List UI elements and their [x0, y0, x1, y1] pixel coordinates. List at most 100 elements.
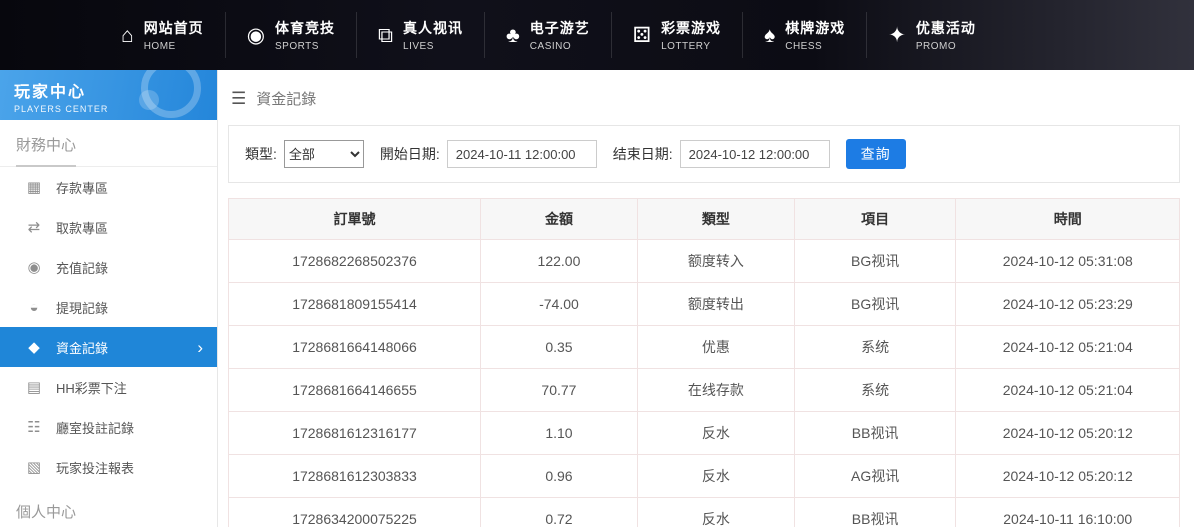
- cell-project: BG视讯: [794, 240, 956, 283]
- cell-time: 2024-10-12 05:21:04: [956, 369, 1180, 412]
- sports-icon: ◉: [247, 25, 265, 46]
- type-select[interactable]: 全部: [284, 140, 364, 168]
- nav-label: 网站首页: [144, 18, 204, 38]
- cell-project: BB视讯: [794, 412, 956, 455]
- nav-label: 优惠活动: [916, 18, 976, 38]
- cell-type: 在线存款: [637, 369, 794, 412]
- start-date-input[interactable]: [447, 140, 597, 168]
- cell-order-no: 1728681612303833: [229, 455, 481, 498]
- lottery-icon: ⚄: [633, 25, 651, 46]
- nav-label: 棋牌游戏: [785, 18, 845, 38]
- cell-amount: 122.00: [481, 240, 638, 283]
- cell-order-no: 1728682268502376: [229, 240, 481, 283]
- nav-label: 体育竞技: [275, 18, 335, 38]
- cell-amount: 0.72: [481, 498, 638, 527]
- cell-project: 系统: [794, 326, 956, 369]
- cell-project: BG视讯: [794, 283, 956, 326]
- table-row: 1728681612316177 1.10 反水 BB视讯 2024-10-12…: [229, 412, 1180, 455]
- cell-amount: 70.77: [481, 369, 638, 412]
- sidebar-item-deposit[interactable]: ▦ 存款專區: [0, 167, 217, 207]
- sidebar-item-withdrawal-record[interactable]: ◒ 提現記錄: [0, 287, 217, 327]
- table-row: 1728681664146655 70.77 在线存款 系统 2024-10-1…: [229, 369, 1180, 412]
- cell-time: 2024-10-11 16:10:00: [956, 498, 1180, 527]
- lottery-bets-icon: ▤: [24, 380, 44, 395]
- sidebar-item-label: 玩家投注報表: [56, 458, 134, 477]
- sidebar-item-label: HH彩票下注: [56, 378, 127, 397]
- cell-amount: 0.96: [481, 455, 638, 498]
- col-order-no: 訂單號: [229, 199, 481, 240]
- main-content: ☰ 資金記錄 類型: 全部 開始日期: 结束日期: 查詢 訂單號 金額 類型: [218, 70, 1194, 527]
- nav-item-chess[interactable]: ♠ 棋牌游戏CHESS: [742, 12, 866, 58]
- cell-time: 2024-10-12 05:20:12: [956, 412, 1180, 455]
- sidebar-item-label: 取款專區: [56, 218, 108, 237]
- sidebar-item-label: 存款專區: [56, 178, 108, 197]
- nav-item-lives[interactable]: ⧉ 真人视讯 LIVES: [356, 12, 484, 58]
- nav-sublabel: SPORTS: [275, 41, 335, 52]
- funds-icon: ◆: [24, 340, 44, 355]
- cell-type: 额度转出: [637, 283, 794, 326]
- section-personal-center: 個人中心: [0, 487, 217, 527]
- cell-amount: -74.00: [481, 283, 638, 326]
- nav-item-home[interactable]: ⌂ 网站首页HOME: [100, 12, 225, 58]
- sidebar-item-label: 充值記錄: [56, 258, 108, 277]
- report-icon: ▧: [24, 460, 44, 475]
- table-header-row: 訂單號 金額 類型 項目 時間: [229, 199, 1180, 240]
- hall-bet-icon: ☷: [24, 420, 44, 435]
- casino-icon: ♣: [506, 25, 520, 46]
- cell-time: 2024-10-12 05:31:08: [956, 240, 1180, 283]
- withdrawal-record-icon: ◒: [24, 300, 44, 315]
- funds-record-table: 訂單號 金額 類型 項目 時間 1728682268502376 122.00 …: [228, 198, 1180, 527]
- nav-item-lottery[interactable]: ⚄ 彩票游戏LOTTERY: [611, 12, 742, 58]
- cell-amount: 1.10: [481, 412, 638, 455]
- table-row: 1728681809155414 -74.00 额度转出 BG视讯 2024-1…: [229, 283, 1180, 326]
- nav-sublabel: PROMO: [916, 41, 976, 52]
- sidebar-item-hall-bet-record[interactable]: ☷ 廳室投註記錄: [0, 407, 217, 447]
- nav-item-sports[interactable]: ◉ 体育竞技 SPORTS: [225, 12, 356, 58]
- cell-project: AG视讯: [794, 455, 956, 498]
- table-row: 1728681612303833 0.96 反水 AG视讯 2024-10-12…: [229, 455, 1180, 498]
- col-amount: 金額: [481, 199, 638, 240]
- section-finance-center: 財務中心: [0, 120, 217, 167]
- sidebar-item-recharge-record[interactable]: ◉ 充值記錄: [0, 247, 217, 287]
- recharge-icon: ◉: [24, 260, 44, 275]
- nav-label: 电子游艺: [530, 18, 590, 38]
- sidebar-item-label: 提現記錄: [56, 298, 108, 317]
- cell-type: 优惠: [637, 326, 794, 369]
- filter-bar: 類型: 全部 開始日期: 结束日期: 查詢: [228, 125, 1180, 183]
- cell-type: 额度转入: [637, 240, 794, 283]
- nav-sublabel: LIVES: [403, 41, 463, 52]
- page-title: 資金記錄: [256, 88, 316, 109]
- cell-time: 2024-10-12 05:20:12: [956, 455, 1180, 498]
- col-type: 類型: [637, 199, 794, 240]
- deposit-icon: ▦: [24, 180, 44, 195]
- nav-label: 真人视讯: [403, 18, 463, 38]
- nav-item-promo[interactable]: ✦ 优惠活动 PROMO: [866, 12, 997, 58]
- gift-icon: ✦: [888, 25, 906, 46]
- home-icon: ⌂: [121, 25, 134, 46]
- cell-project: BB视讯: [794, 498, 956, 527]
- sidebar-item-hh-lottery-bets[interactable]: ▤ HH彩票下注: [0, 367, 217, 407]
- sidebar-title: 玩家中心: [14, 78, 203, 102]
- cell-time: 2024-10-12 05:21:04: [956, 326, 1180, 369]
- sidebar-item-player-bet-report[interactable]: ▧ 玩家投注報表: [0, 447, 217, 487]
- sidebar-subtitle: PLAYERS CENTER: [14, 104, 203, 114]
- live-cards-icon: ⧉: [378, 25, 393, 46]
- col-project: 項目: [794, 199, 956, 240]
- query-button[interactable]: 查詢: [846, 139, 906, 169]
- col-time: 時間: [956, 199, 1180, 240]
- nav-sublabel: CASINO: [530, 41, 590, 52]
- cell-time: 2024-10-12 05:23:29: [956, 283, 1180, 326]
- sidebar-item-funds-record[interactable]: ◆ 資金記錄 ›: [0, 327, 217, 367]
- sidebar-item-label: 廳室投註記錄: [56, 418, 134, 437]
- type-label: 類型:: [245, 144, 277, 164]
- cell-order-no: 1728634200075225: [229, 498, 481, 527]
- nav-item-casino[interactable]: ♣ 电子游艺 CASINO: [484, 12, 611, 58]
- end-date-input[interactable]: [680, 140, 830, 168]
- top-navigation: ⌂ 网站首页HOME ◉ 体育竞技 SPORTS ⧉ 真人视讯 LIVES ♣ 电子…: [0, 0, 1194, 70]
- cell-amount: 0.35: [481, 326, 638, 369]
- nav-sublabel: LOTTERY: [661, 41, 721, 52]
- start-date-label: 開始日期:: [380, 144, 440, 164]
- sidebar-item-withdraw[interactable]: ⇄ 取款專區: [0, 207, 217, 247]
- cell-type: 反水: [637, 455, 794, 498]
- nav-sublabel: CHESS: [785, 41, 845, 52]
